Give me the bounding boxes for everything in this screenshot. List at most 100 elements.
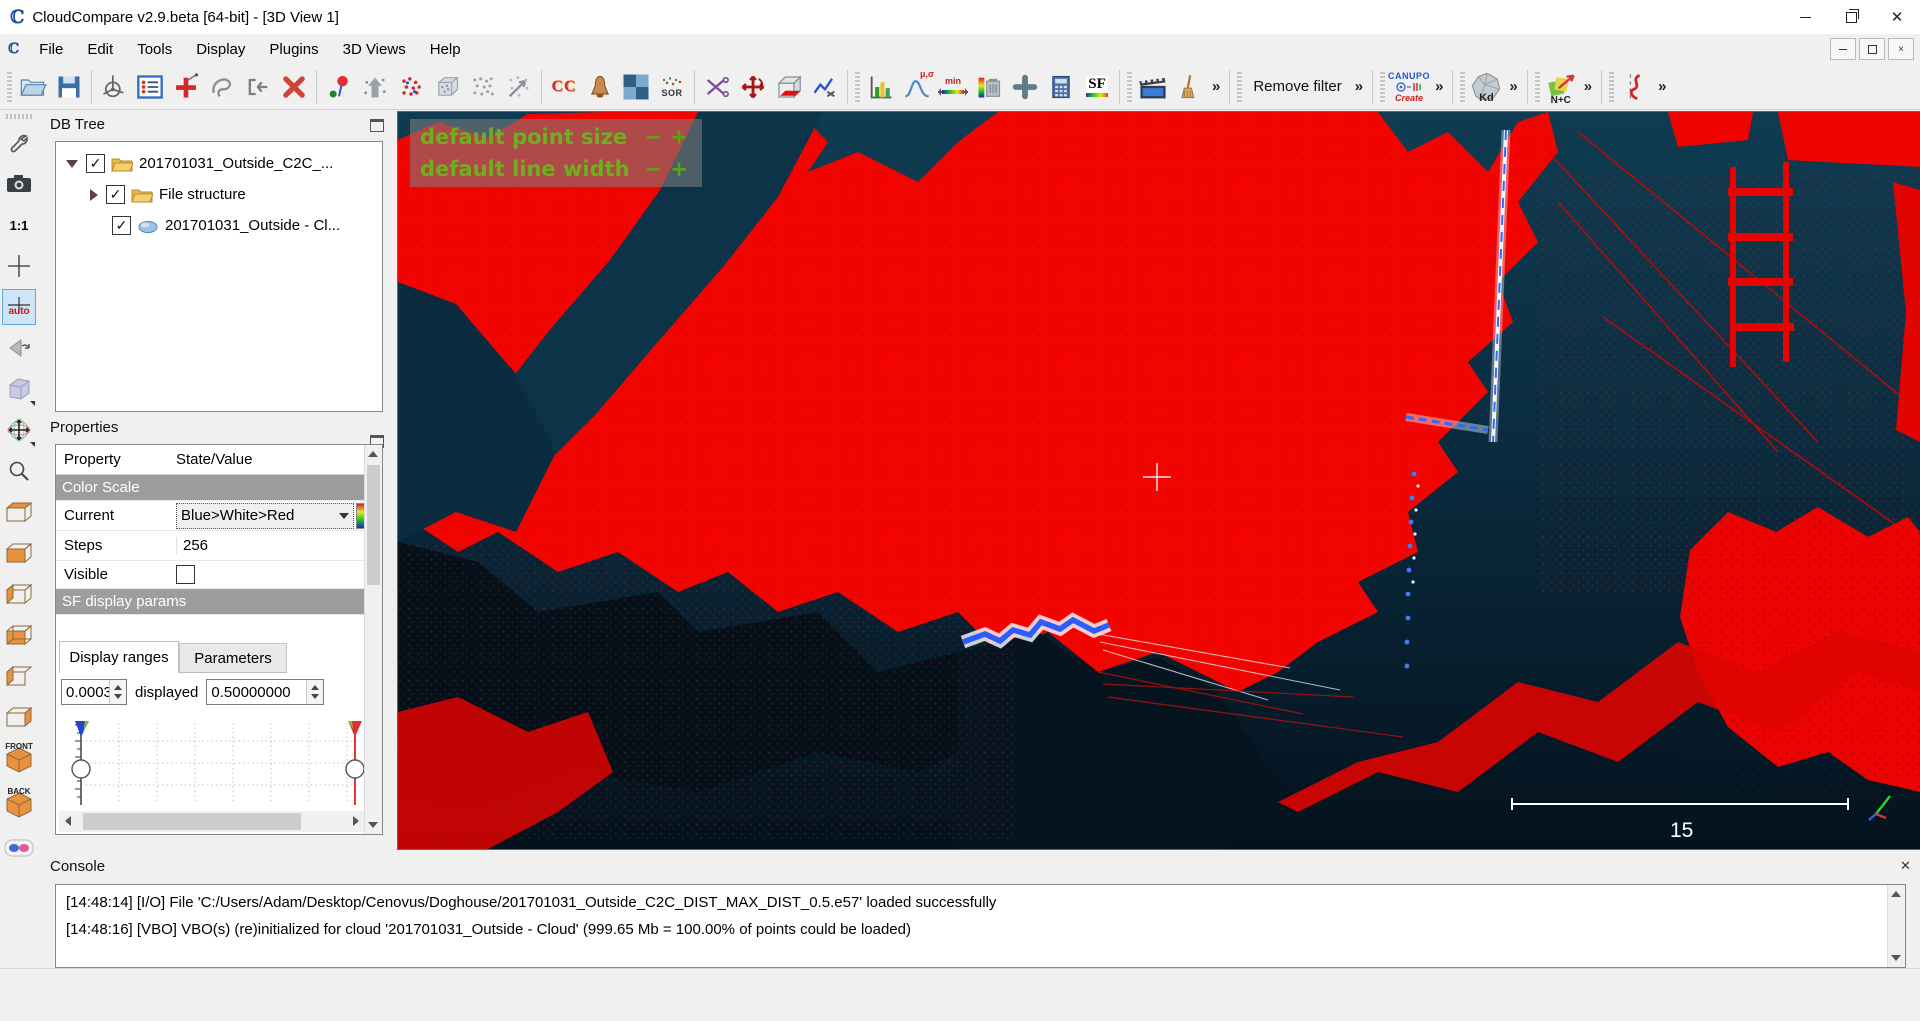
kd-overflow-button[interactable]: » — [1504, 78, 1522, 95]
toolbar-overflow-button[interactable]: » — [1207, 78, 1225, 95]
steps-value[interactable]: 256 — [176, 537, 367, 554]
normals-curvature-button[interactable]: N+C — [1543, 68, 1579, 106]
clipping-box-button[interactable] — [771, 68, 807, 106]
open-button[interactable] — [15, 68, 51, 106]
iso-back-button[interactable]: BACK — [2, 785, 36, 825]
line-width-increase-button[interactable]: + — [666, 157, 692, 181]
save-button[interactable] — [51, 68, 87, 106]
properties-vscrollbar[interactable] — [364, 445, 382, 834]
kd-tree-button[interactable]: Kd — [1468, 68, 1504, 106]
histogram-hscrollbar[interactable] — [59, 811, 365, 832]
view-top-button[interactable] — [2, 494, 36, 530]
mdi-close-button[interactable]: × — [1888, 38, 1914, 60]
view-bottom-button[interactable] — [2, 535, 36, 571]
scroll-down-icon[interactable] — [1891, 955, 1901, 961]
console-close-button[interactable]: ✕ — [1900, 860, 1911, 871]
restore-button[interactable] — [1828, 0, 1874, 34]
cloud-mesh-distance-button[interactable] — [582, 68, 618, 106]
scroll-up-icon[interactable] — [368, 451, 378, 457]
view-right-button[interactable] — [2, 699, 36, 735]
console-vscrollbar[interactable] — [1887, 885, 1905, 967]
range-max-spinbox[interactable] — [206, 679, 324, 705]
point-size-decrease-button[interactable]: − — [640, 125, 666, 149]
iso-front-button[interactable]: FRONT — [2, 740, 36, 780]
expander-open-icon[interactable] — [66, 160, 78, 168]
line-width-decrease-button[interactable]: − — [640, 157, 666, 181]
toolbar-grip[interactable] — [1380, 72, 1385, 102]
range-min-spinbox[interactable] — [61, 679, 127, 705]
zoom-1-1-button[interactable]: 1:1 — [2, 207, 36, 243]
min-slider-handle[interactable] — [72, 760, 90, 778]
screenshot-button[interactable] — [2, 166, 36, 202]
canupo-classifier-button[interactable]: CANUPO Create — [1388, 68, 1430, 106]
view-left-button[interactable] — [2, 658, 36, 694]
hscroll-thumb[interactable] — [83, 813, 301, 830]
set-color-button[interactable] — [321, 68, 357, 106]
menu-display[interactable]: Display — [184, 37, 257, 62]
sra-plugin-button[interactable] — [1617, 68, 1653, 106]
sra-overflow-button[interactable]: » — [1653, 78, 1671, 95]
menu-file[interactable]: File — [27, 37, 75, 62]
scroll-right-icon[interactable] — [353, 816, 359, 826]
point-picking-button[interactable] — [168, 68, 204, 106]
toolbar-grip[interactable] — [1237, 72, 1242, 102]
checkbox-checked[interactable]: ✓ — [106, 185, 125, 204]
display-params-button[interactable] — [132, 68, 168, 106]
tab-parameters[interactable]: Parameters — [179, 643, 287, 673]
add-scalar-field-button[interactable] — [1007, 68, 1043, 106]
menu-3d-views[interactable]: 3D Views — [331, 37, 418, 62]
voxel-button[interactable] — [429, 68, 465, 106]
checkbox-checked[interactable]: ✓ — [86, 154, 105, 173]
resample-button[interactable] — [501, 68, 537, 106]
menu-help[interactable]: Help — [418, 37, 473, 62]
tree-item-label[interactable]: File structure — [159, 186, 246, 203]
menu-tools[interactable]: Tools — [125, 37, 184, 62]
tree-row[interactable]: ✓ 201701031_Outside_C2C_... — [56, 148, 382, 179]
sor-filter-button[interactable]: SOR — [654, 68, 690, 106]
toolbar-grip[interactable] — [7, 72, 12, 102]
view-back-button[interactable] — [2, 617, 36, 653]
range-min-input[interactable] — [62, 684, 109, 701]
close-button[interactable]: ✕ — [1874, 0, 1920, 34]
tab-display-ranges[interactable]: Display ranges — [59, 641, 179, 673]
broom-button[interactable] — [1171, 68, 1207, 106]
tools-button[interactable] — [2, 125, 36, 161]
minmax-scale-button[interactable]: min — [935, 68, 971, 106]
range-max-input[interactable] — [207, 684, 306, 701]
cloud-cloud-distance-button[interactable]: CC — [546, 68, 582, 106]
toolbar-grip[interactable] — [1460, 72, 1465, 102]
density-checker-button[interactable] — [618, 68, 654, 106]
octree-button[interactable] — [393, 68, 429, 106]
sf-calculator-button[interactable] — [1043, 68, 1079, 106]
scroll-down-icon[interactable] — [368, 822, 378, 828]
translate-rotate-button[interactable] — [735, 68, 771, 106]
rotate-view-button[interactable] — [2, 330, 36, 366]
pick-rotation-center-button[interactable] — [96, 68, 132, 106]
scroll-up-icon[interactable] — [1891, 891, 1901, 897]
toolbar-grip[interactable] — [1127, 72, 1132, 102]
toolbar-grip[interactable] — [855, 72, 860, 102]
perspective-button[interactable] — [2, 371, 36, 407]
minimize-button[interactable] — [1782, 0, 1828, 34]
mdi-minimize-button[interactable] — [1830, 38, 1856, 60]
checkbox-checked[interactable]: ✓ — [112, 216, 131, 235]
noise-filter-button[interactable] — [465, 68, 501, 106]
auto-pick-center-button[interactable]: auto — [2, 289, 36, 325]
toolbar-grip[interactable] — [1535, 72, 1540, 102]
zoom-button[interactable] — [2, 453, 36, 489]
color-scale-dropdown[interactable]: Blue>White>Red — [176, 503, 354, 529]
expander-closed-icon[interactable] — [90, 189, 98, 201]
sidebar-grip[interactable] — [6, 114, 32, 119]
pick-center-button[interactable] — [2, 248, 36, 284]
visible-checkbox-unchecked[interactable] — [176, 565, 195, 584]
segment-lasso-button[interactable] — [204, 68, 240, 106]
sf-gradient-button[interactable]: SF — [1079, 68, 1115, 106]
db-tree-float-button[interactable] — [370, 119, 384, 132]
canupo-overflow-button[interactable]: » — [1430, 78, 1448, 95]
max-slider-handle[interactable] — [346, 760, 364, 778]
remove-filter-button[interactable]: Remove filter — [1245, 78, 1349, 95]
stereo-button[interactable] — [2, 830, 36, 866]
view-front-button[interactable] — [2, 576, 36, 612]
delete-button[interactable] — [276, 68, 312, 106]
point-size-increase-button[interactable]: + — [666, 125, 692, 149]
